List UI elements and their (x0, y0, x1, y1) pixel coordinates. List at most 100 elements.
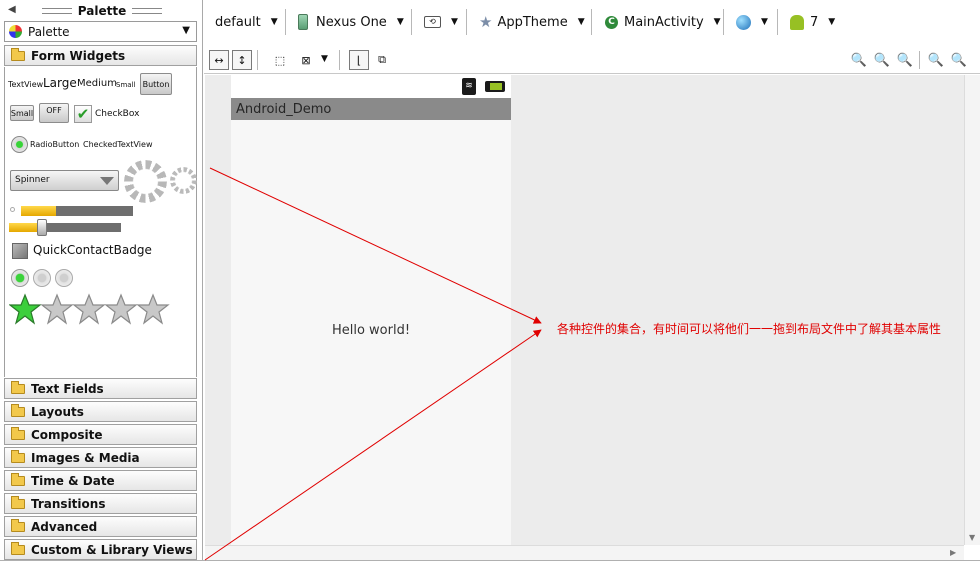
category-time-date[interactable]: Time & Date (4, 470, 197, 491)
progress-medium-icon[interactable] (170, 167, 197, 194)
api-level-label: 7 (810, 14, 819, 30)
form-widgets-list: TextView Large Medium Small Button Small… (4, 67, 197, 377)
category-text-fields[interactable]: Text Fields (4, 378, 197, 399)
zoom-fit-icon[interactable]: 🔍 (850, 51, 868, 69)
radio-on-icon[interactable] (11, 269, 29, 287)
zoom-in-icon[interactable]: 🔍 (950, 51, 968, 69)
widget-textview[interactable]: TextView (8, 80, 43, 89)
vertical-scrollbar[interactable]: ▼ (964, 75, 980, 545)
category-transitions[interactable]: Transitions (4, 493, 197, 514)
collapse-left-icon[interactable]: ◀ (8, 4, 16, 15)
globe-icon (736, 14, 751, 30)
show-margins-icon[interactable]: ⬚ (270, 50, 290, 70)
folder-icon (11, 495, 25, 509)
grip-left (41, 7, 72, 14)
widget-ratingbar[interactable] (9, 293, 175, 327)
category-label: Layouts (31, 404, 84, 419)
orientation-dropdown[interactable]: ⟲ ▼ (424, 9, 458, 35)
layout-baseline-icon[interactable]: ⌊ (349, 50, 369, 70)
widget-radiobutton-label[interactable]: RadioButton (30, 140, 79, 149)
category-layouts[interactable]: Layouts (4, 401, 197, 422)
radio-off-icon[interactable] (55, 269, 73, 287)
widget-progress-horizontal[interactable] (21, 206, 133, 216)
progress-large-icon[interactable] (124, 160, 167, 203)
toolbar-divider (919, 51, 920, 69)
fit-width-icon[interactable]: ↔ (209, 50, 229, 70)
category-form-widgets[interactable]: Form Widgets (4, 45, 197, 66)
api-level-dropdown[interactable]: 7 ▼ (790, 9, 835, 35)
toolbar-divider (339, 50, 340, 70)
category-advanced[interactable]: Advanced (4, 516, 197, 537)
folder-icon (11, 403, 25, 417)
battery-icon (485, 81, 505, 92)
folder-icon (11, 380, 25, 394)
progress-small-icon[interactable] (10, 207, 15, 212)
palette-color-icon (9, 25, 22, 38)
device-label: Nexus One (316, 14, 387, 30)
radio-off-icon[interactable] (33, 269, 51, 287)
widget-seekbar[interactable] (9, 223, 121, 232)
chevron-down-icon: ▼ (713, 17, 721, 27)
star-filled-icon (9, 293, 42, 325)
device-dropdown[interactable]: Nexus One ▼ (298, 9, 404, 35)
chevron-down-icon: ▼ (761, 17, 768, 27)
toolbar-divider (411, 9, 412, 35)
star-empty-icon (104, 293, 138, 325)
seekbar-thumb[interactable] (37, 219, 47, 236)
widget-button[interactable]: Button (140, 73, 172, 95)
widget-small-button[interactable]: Small (10, 105, 34, 121)
category-label: Custom & Library Views (31, 542, 193, 557)
zoom-out-icon[interactable]: 🔍 (927, 51, 945, 69)
checkbox-checked-icon[interactable]: ✔ (74, 105, 92, 123)
config-dropdown[interactable]: default ▼ (215, 9, 278, 35)
category-custom-library-views[interactable]: Custom & Library Views (4, 539, 197, 560)
scroll-down-icon[interactable]: ▼ (969, 533, 975, 542)
chevron-down-icon[interactable]: ▼ (321, 54, 328, 64)
zoom-real-size-icon[interactable]: 🔍 (873, 51, 891, 69)
screen-rotate-icon: ⟲ (424, 16, 441, 28)
widget-quickcontactbadge[interactable]: QuickContactBadge (33, 243, 152, 257)
widget-large-text[interactable]: Large (43, 76, 77, 90)
hello-world-textview[interactable]: Hello world! (231, 323, 511, 338)
widget-spinner[interactable]: Spinner (10, 170, 119, 191)
toolbar-divider (466, 9, 467, 35)
category-label: Composite (31, 427, 103, 442)
palette-mode-select[interactable]: Palette ▼ (4, 21, 197, 42)
layout-canvas[interactable]: ≋ Android_Demo Hello world! (205, 75, 964, 545)
fit-height-icon[interactable]: ↕ (232, 50, 252, 70)
contact-badge-icon (12, 243, 28, 259)
device-preview: ≋ Android_Demo Hello world! (231, 75, 511, 545)
activity-dropdown[interactable]: C MainActivity ▼ (605, 9, 721, 35)
widget-toggle-button[interactable]: OFF (39, 103, 69, 123)
grip-right (132, 7, 163, 14)
theme-dropdown[interactable]: ★ AppTheme ▼ (479, 9, 585, 35)
activity-label: MainActivity (624, 14, 704, 30)
widget-medium-text[interactable]: Medium (77, 78, 117, 89)
chevron-down-icon: ▼ (828, 17, 836, 27)
category-label: Form Widgets (31, 48, 126, 63)
locale-dropdown[interactable]: ▼ (736, 9, 768, 35)
layout-resize-icon[interactable]: ⧉ (372, 50, 392, 70)
horizontal-scrollbar[interactable]: ▶ (205, 545, 964, 560)
layout-tools-bar: ↔ ↕ ⬚ ⊠ ▼ ⌊ ⧉ 🔍 🔍 🔍 🔍 🔍 (204, 46, 980, 74)
chevron-down-icon: ▼ (182, 25, 190, 36)
radio-button-icon[interactable] (11, 136, 28, 153)
palette-header: ◀ Palette (4, 2, 200, 19)
toolbar-divider (285, 9, 286, 35)
category-images-media[interactable]: Images & Media (4, 447, 197, 468)
category-label: Text Fields (31, 381, 104, 396)
category-composite[interactable]: Composite (4, 424, 197, 445)
chevron-down-icon: ▼ (270, 17, 278, 27)
distribute-icon[interactable]: ⊠ (296, 50, 316, 70)
widget-checkbox-label[interactable]: CheckBox (95, 109, 139, 119)
zoom-100-icon[interactable]: 🔍 (896, 51, 914, 69)
wifi-icon: ≋ (462, 78, 476, 95)
widget-small-text[interactable]: Small (116, 81, 135, 89)
scroll-right-icon[interactable]: ▶ (950, 548, 956, 557)
phone-icon (298, 14, 308, 30)
widget-checkedtextview[interactable]: CheckedTextView (83, 140, 153, 149)
config-toolbar: default ▼ Nexus One ▼ ⟲ ▼ ★ AppTheme ▼ C… (204, 0, 980, 44)
activity-icon: C (605, 15, 618, 29)
folder-icon (11, 449, 25, 463)
folder-open-icon (11, 47, 25, 61)
